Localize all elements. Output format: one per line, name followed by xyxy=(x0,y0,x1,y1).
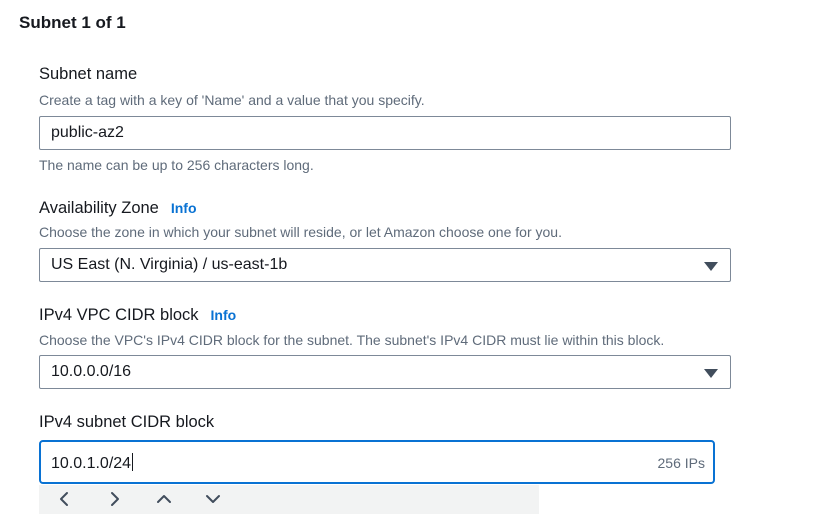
availability-zone-label-text: Availability Zone xyxy=(39,199,159,217)
chevron-down-icon[interactable] xyxy=(201,487,225,511)
chevron-left-icon[interactable] xyxy=(53,487,77,511)
subnet-name-description: Create a tag with a key of 'Name' and a … xyxy=(39,92,425,108)
subnet-cidr-value: 10.0.1.0/24 xyxy=(51,455,132,472)
availability-zone-selected: US East (N. Virginia) / us-east-1b xyxy=(51,256,288,273)
subnet-cidr-input[interactable]: 10.0.1.0/24 256 IPs xyxy=(39,440,715,484)
subnet-name-input[interactable]: public-az2 xyxy=(39,116,731,150)
caret-down-icon xyxy=(704,262,718,271)
subnet-cidr-label: IPv4 subnet CIDR block xyxy=(39,413,215,431)
subnet-name-label: Subnet name xyxy=(39,65,138,83)
chevron-up-icon[interactable] xyxy=(152,487,176,511)
vpc-cidr-selected: 10.0.0.0/16 xyxy=(51,363,132,380)
availability-zone-select[interactable]: US East (N. Virginia) / us-east-1b xyxy=(39,248,731,282)
section-title: Subnet 1 of 1 xyxy=(19,13,126,32)
vpc-cidr-description: Choose the VPC's IPv4 CIDR block for the… xyxy=(39,332,665,348)
text-cursor xyxy=(132,453,134,471)
vpc-cidr-info-link[interactable]: Info xyxy=(211,307,237,323)
subnet-name-value: public-az2 xyxy=(51,124,124,141)
chevron-right-icon[interactable] xyxy=(102,487,126,511)
availability-zone-label: Availability Zone Info xyxy=(39,199,197,218)
cidr-stepper-toolbar xyxy=(39,485,539,514)
subnet-cidr-value-wrap: 10.0.1.0/24 xyxy=(51,453,134,473)
vpc-cidr-select[interactable]: 10.0.0.0/16 xyxy=(39,355,731,389)
vpc-cidr-label-text: IPv4 VPC CIDR block xyxy=(39,306,199,324)
subnet-name-constraint: The name can be up to 256 characters lon… xyxy=(39,157,314,173)
vpc-cidr-label: IPv4 VPC CIDR block Info xyxy=(39,306,236,325)
availability-zone-description: Choose the zone in which your subnet wil… xyxy=(39,224,562,240)
ip-count-label: 256 IPs xyxy=(657,455,705,471)
caret-down-icon xyxy=(704,369,718,378)
availability-zone-info-link[interactable]: Info xyxy=(171,200,197,216)
